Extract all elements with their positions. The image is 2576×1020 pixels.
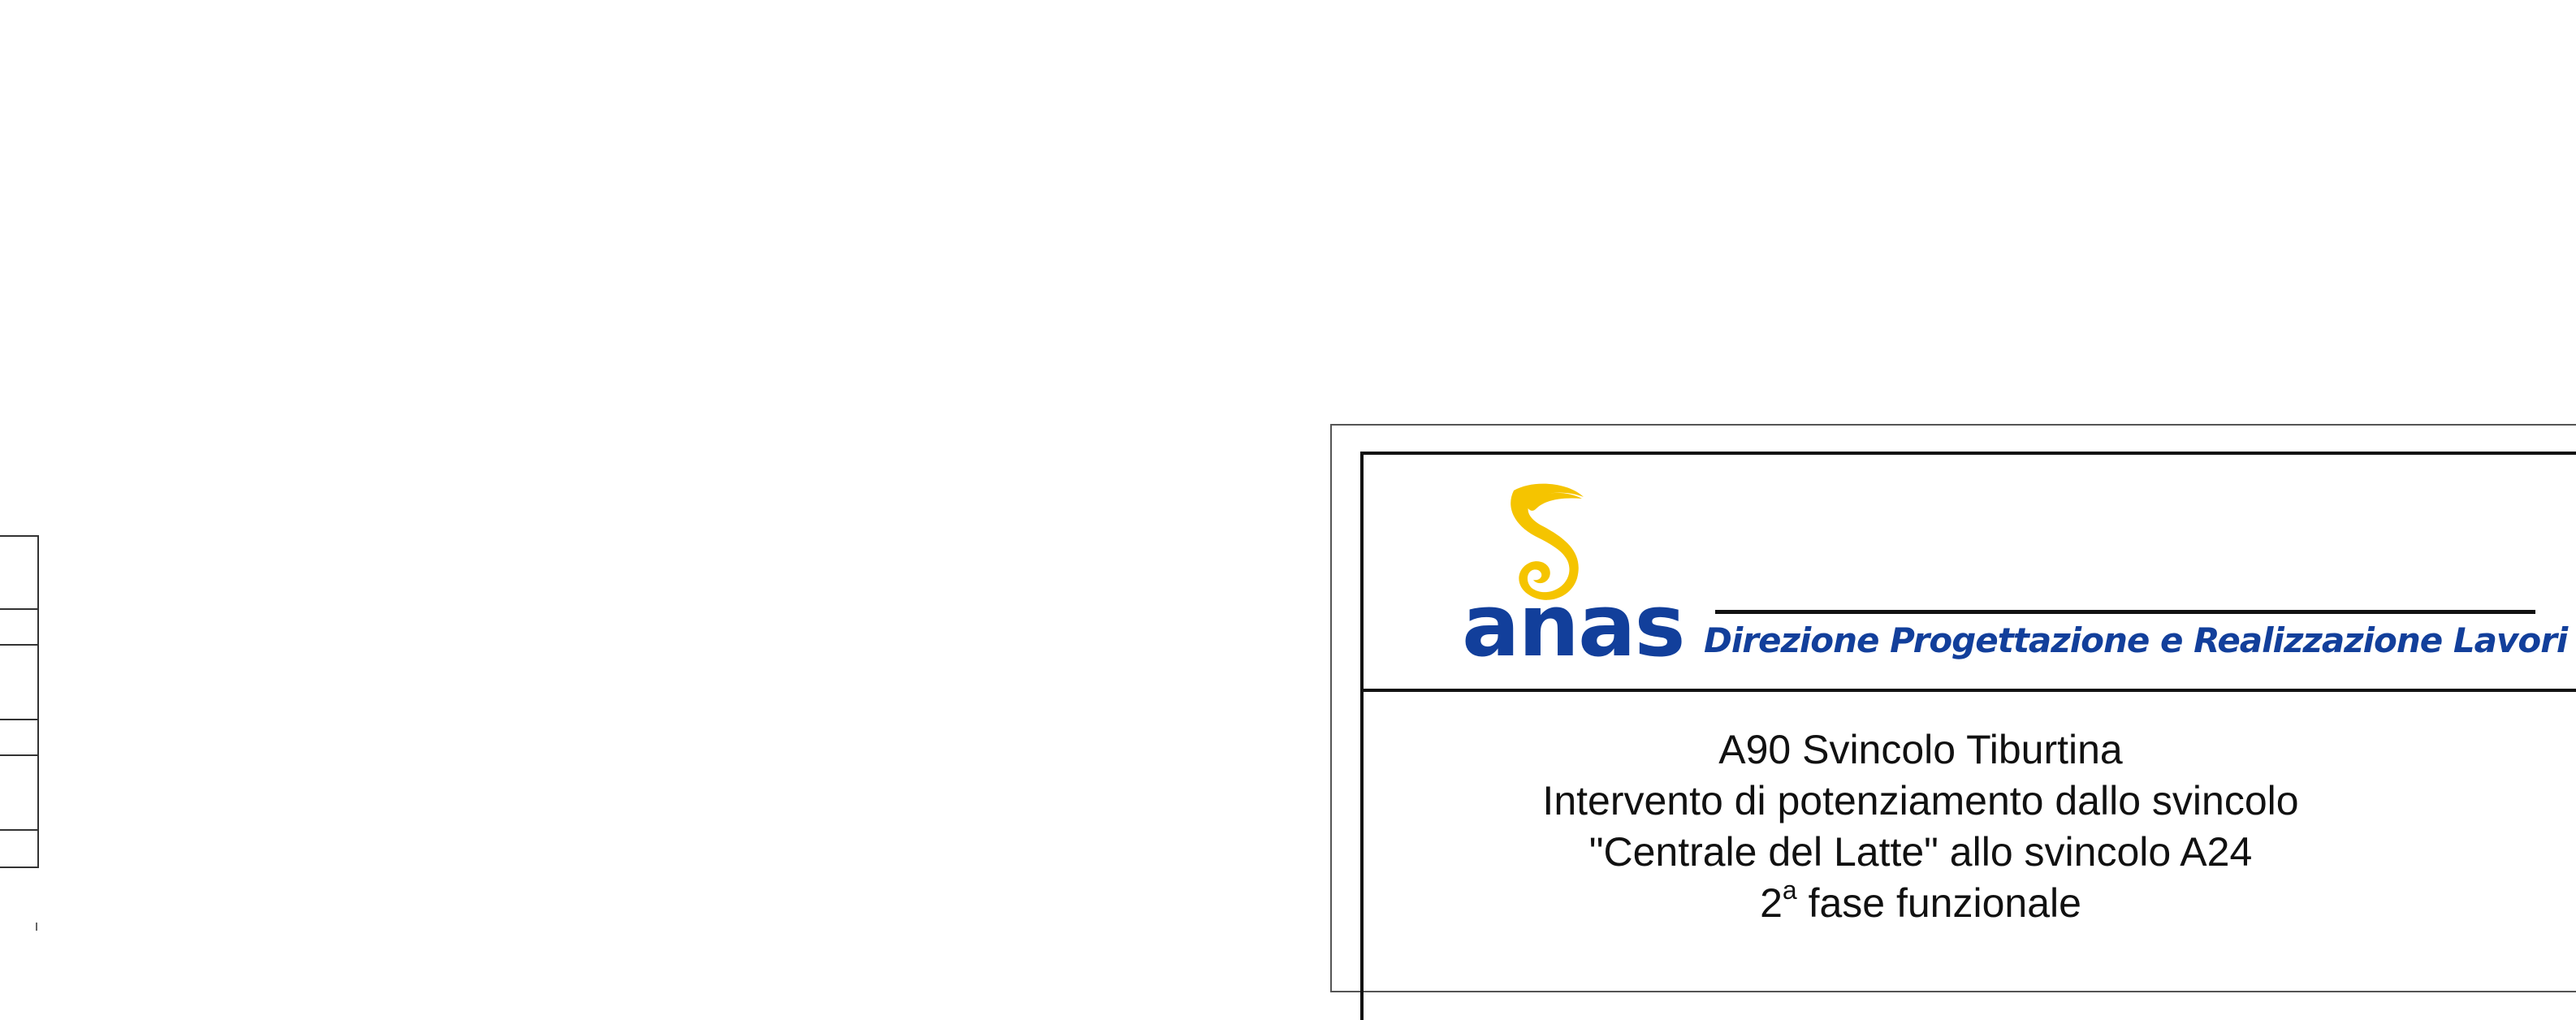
left-table-fragment bbox=[0, 535, 39, 868]
header-divider bbox=[1360, 689, 2576, 692]
phase-number: 2 bbox=[1760, 880, 1783, 926]
logo-wordmark: anas bbox=[1462, 576, 1686, 676]
project-title-line-2: Intervento di potenziamento dallo svinco… bbox=[1542, 778, 2299, 823]
project-title-line-4: 2a fase funzionale bbox=[1360, 875, 2481, 929]
project-title-line-3: "Centrale del Latte" allo svincolo A24 bbox=[1588, 829, 2253, 875]
department-name: Direzione Progettazione e Realizzazione … bbox=[1704, 620, 2568, 660]
project-title-line-1: A90 Svincolo Tiburtina bbox=[1718, 727, 2123, 772]
department-rule bbox=[1715, 610, 2535, 614]
table-row-divider bbox=[0, 719, 39, 720]
table-row-divider bbox=[0, 608, 39, 610]
table-row-divider bbox=[0, 754, 39, 756]
project-title: A90 Svincolo Tiburtina Intervento di pot… bbox=[1360, 724, 2576, 929]
phase-ordinal-superscript: a bbox=[1782, 875, 1797, 905]
table-row-divider bbox=[0, 644, 39, 646]
edge-tick-mark bbox=[36, 923, 37, 931]
table-row-divider bbox=[0, 829, 39, 831]
phase-label: fase funzionale bbox=[1796, 880, 2081, 926]
